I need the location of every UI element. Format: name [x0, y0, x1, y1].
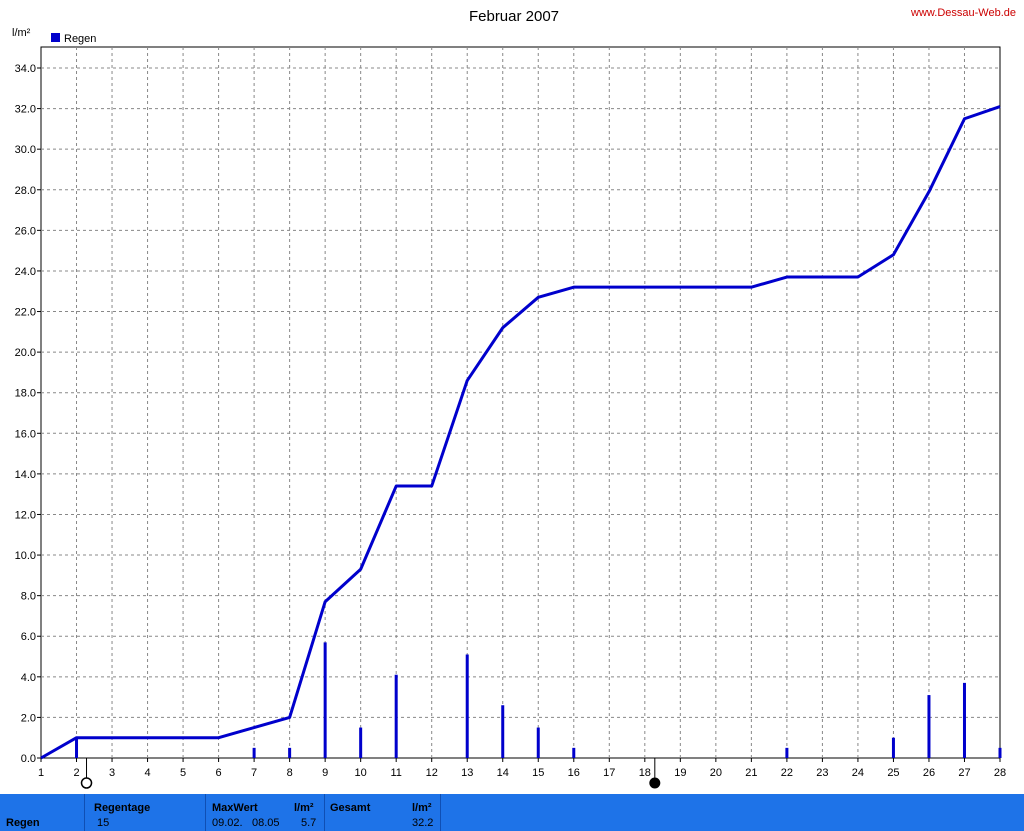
maxwert-dates: 09.02.	[212, 817, 243, 829]
y-tick-label: 0.0	[21, 753, 36, 765]
summary-row-label: Regen	[6, 817, 40, 829]
site-link[interactable]: www.Dessau-Web.de	[910, 7, 1016, 19]
x-tick-label: 2	[73, 767, 79, 779]
x-tick-label: 17	[603, 767, 615, 779]
y-tick-label: 18.0	[15, 388, 36, 400]
new-moon-icon	[649, 777, 661, 789]
gesamt-cell: Gesamt l/m² 32.2	[325, 794, 441, 831]
y-tick-label: 12.0	[15, 509, 36, 521]
legend-swatch	[51, 33, 60, 42]
y-tick-label: 4.0	[21, 672, 36, 684]
x-tick-label: 8	[287, 767, 293, 779]
x-tick-label: 11	[390, 767, 401, 779]
gesamt-value: 32.2	[412, 817, 434, 829]
x-tick-label: 23	[816, 767, 828, 779]
maxwert-value: 5.7	[301, 817, 317, 829]
y-tick-label: 24.0	[15, 266, 36, 278]
x-tick-label: 7	[251, 767, 257, 779]
y-tick-label: 32.0	[15, 104, 36, 116]
maxwert-time: 08.05	[252, 817, 280, 829]
x-tick-label: 3	[109, 767, 115, 779]
x-tick-label: 10	[355, 767, 367, 779]
y-axis-label: l/m²	[12, 27, 31, 39]
x-tick-label: 27	[958, 767, 970, 779]
gesamt-label: Gesamt	[330, 802, 371, 814]
full-moon-icon	[80, 777, 93, 789]
y-ticks: 0.0 2.0 4.0 6.0 8.0 10.0 12.0 14.0 16.0 18.0 20.0 2…	[15, 63, 41, 765]
x-tick-label: 4	[144, 767, 150, 779]
summary-bar: Regen Regentage 15 MaxWert l/m² 09.02. 0…	[0, 794, 1024, 831]
chart-title: Februar 2007	[469, 8, 559, 25]
x-tick-label: 28	[994, 767, 1006, 779]
x-tick-label: 26	[923, 767, 935, 779]
x-tick-label: 20	[710, 767, 722, 779]
rain-chart: Februar 2007 www.Dessau-Web.de l/m² Rege…	[12, 7, 1016, 789]
y-tick-label: 16.0	[15, 428, 36, 440]
y-tick-label: 14.0	[15, 469, 36, 481]
x-tick-label: 21	[745, 767, 757, 779]
maxwert-unit: l/m²	[294, 802, 314, 814]
x-tick-label: 6	[216, 767, 222, 779]
x-tick-label: 15	[532, 767, 544, 779]
y-tick-label: 30.0	[15, 144, 36, 156]
y-tick-label: 6.0	[21, 631, 36, 643]
y-tick-label: 2.0	[21, 712, 36, 724]
y-tick-label: 26.0	[15, 225, 36, 237]
y-tick-label: 20.0	[15, 347, 36, 359]
regentage-label: Regentage	[94, 802, 151, 814]
x-tick-label: 14	[497, 767, 509, 779]
x-tick-label: 12	[426, 767, 438, 779]
x-ticks: 1 2 3 4 5 6 7 8 9 10 11 12 13 14 15 16 17 18 19 20 21 22 23 24 2…	[38, 758, 1006, 779]
y-tick-label: 10.0	[15, 550, 36, 562]
y-tick-label: 34.0	[15, 63, 36, 75]
y-tick-label: 8.0	[21, 591, 36, 603]
x-tick-label: 18	[639, 767, 651, 779]
x-tick-label: 16	[568, 767, 580, 779]
maxwert-cell: MaxWert l/m² 09.02. 08.05 5.7	[206, 794, 325, 831]
x-tick-label: 25	[887, 767, 899, 779]
x-tick-label: 19	[674, 767, 686, 779]
legend-label: Regen	[64, 33, 96, 45]
regentage-cell: Regentage 15	[85, 794, 206, 831]
x-tick-label: 24	[852, 767, 864, 779]
x-tick-label: 9	[322, 767, 328, 779]
x-tick-label: 5	[180, 767, 186, 779]
y-tick-label: 28.0	[15, 185, 36, 197]
y-tick-label: 22.0	[15, 307, 36, 319]
x-tick-label: 22	[781, 767, 793, 779]
maxwert-label: MaxWert	[212, 802, 258, 814]
plot-area	[40, 46, 1001, 759]
gesamt-unit: l/m²	[412, 802, 432, 814]
summary-row-cell: Regen	[0, 794, 85, 831]
x-tick-label: 13	[461, 767, 473, 779]
x-tick-label: 1	[38, 767, 44, 779]
regentage-value: 15	[97, 817, 110, 829]
